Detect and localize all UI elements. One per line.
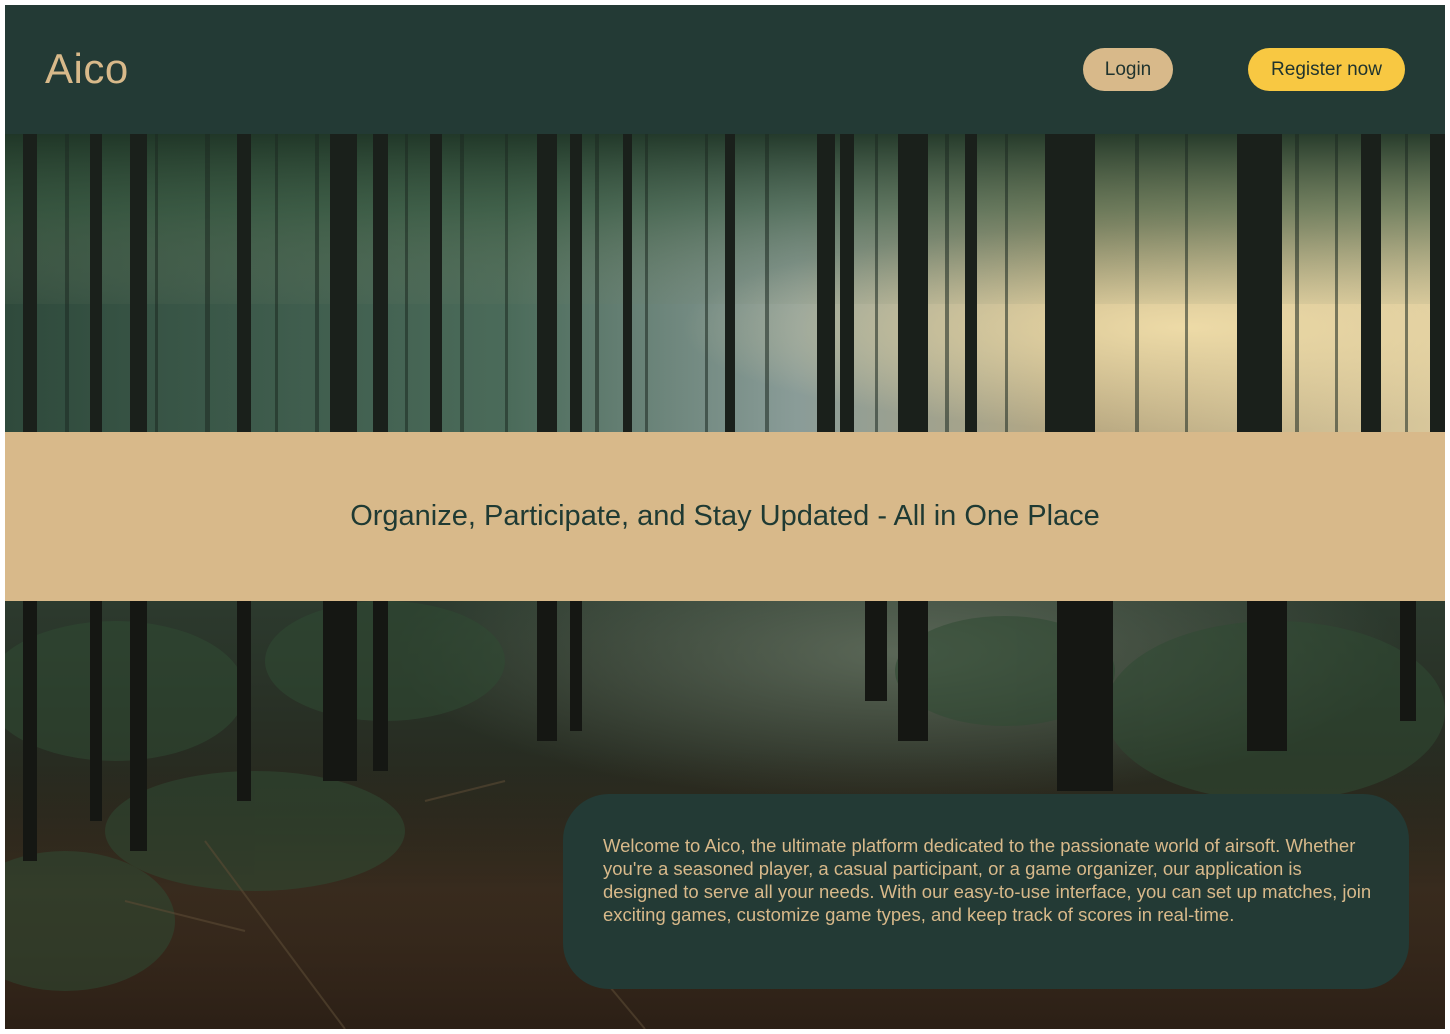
page: Aico Login Register now Organize, Partic…: [5, 5, 1445, 1029]
hero-tagline: Organize, Participate, and Stay Updated …: [350, 500, 1100, 532]
top-nav: Aico Login Register now: [5, 5, 1445, 134]
welcome-text: Welcome to Aico, the ultimate platform d…: [603, 835, 1372, 925]
login-button[interactable]: Login: [1083, 48, 1173, 91]
tagline-band: Organize, Participate, and Stay Updated …: [5, 432, 1445, 601]
welcome-card: Welcome to Aico, the ultimate platform d…: [563, 794, 1409, 989]
register-now-button[interactable]: Register now: [1248, 48, 1405, 91]
site-logo[interactable]: Aico: [45, 43, 129, 95]
forest-image-top: [5, 134, 1445, 432]
